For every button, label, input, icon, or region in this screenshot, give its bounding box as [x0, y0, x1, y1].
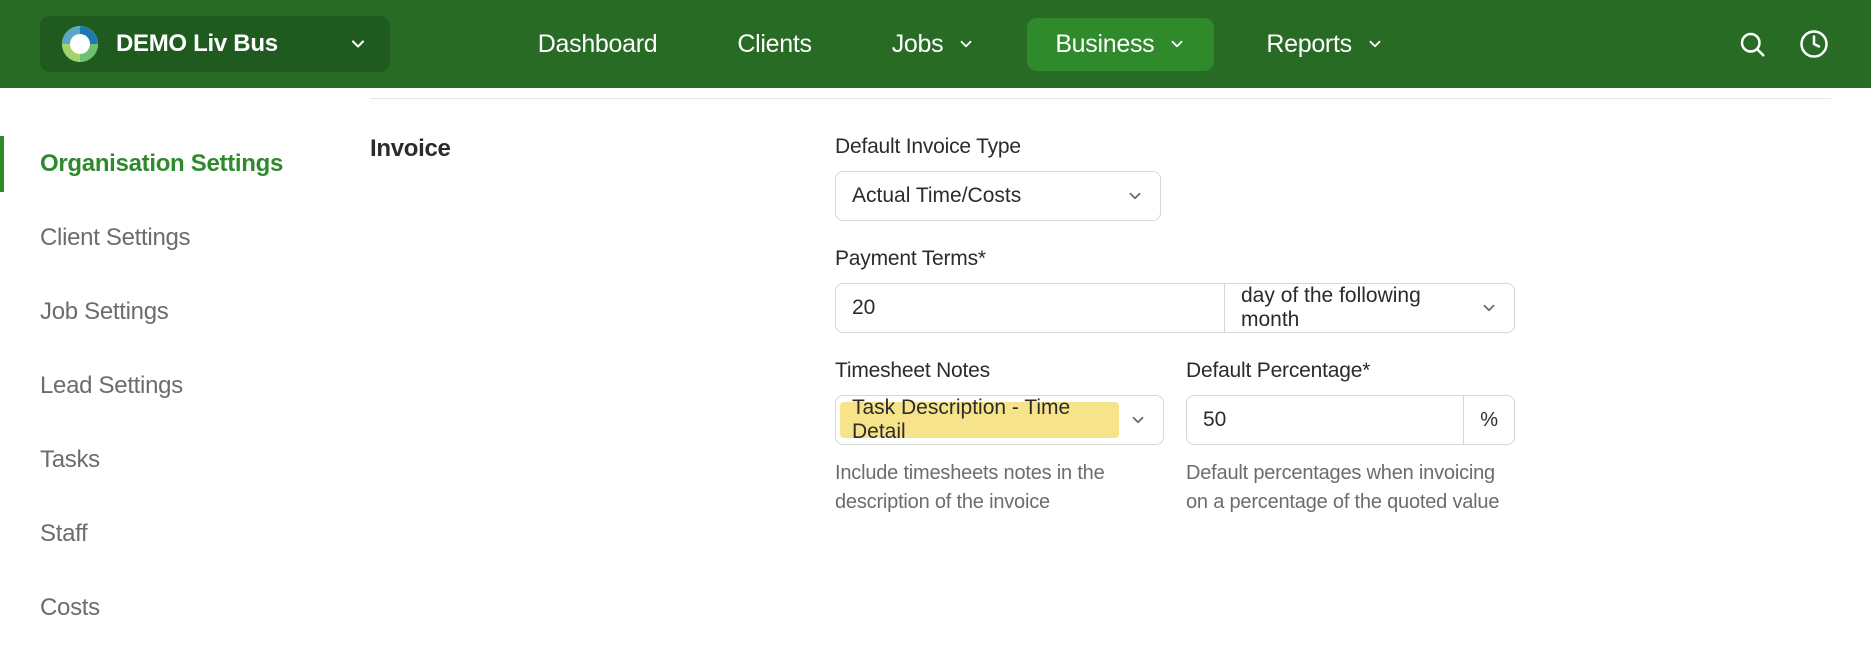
field-timesheet-notes: Timesheet Notes Task Description - Time …: [835, 359, 1164, 517]
select-value: day of the following month: [1241, 284, 1480, 332]
chevron-down-icon: [1129, 411, 1147, 429]
sidebar-item-staff[interactable]: Staff: [0, 506, 370, 562]
payment-terms-input[interactable]: 20: [835, 283, 1225, 333]
org-avatar: [62, 26, 98, 62]
chevron-down-icon: [1480, 299, 1498, 317]
timesheet-notes-select[interactable]: Task Description - Time Detail: [835, 395, 1164, 445]
divider: [370, 98, 1831, 99]
field-helper: Include timesheets notes in the descript…: [835, 459, 1164, 517]
field-label: Payment Terms: [835, 247, 1515, 271]
main-panel: Invoice Default Invoice Type Actual Time…: [370, 98, 1871, 654]
org-name: DEMO Liv Bus: [116, 30, 278, 58]
field-payment-terms: Payment Terms 20 day of the following mo…: [835, 247, 1515, 333]
main-nav: Dashboard Clients Jobs Business Reports: [510, 18, 1436, 71]
input-value: 20: [852, 296, 875, 320]
sidebar-item-client-settings[interactable]: Client Settings: [0, 210, 370, 266]
chevron-down-icon: [348, 34, 368, 54]
nav-jobs[interactable]: Jobs: [864, 18, 1004, 71]
settings-sidebar: Organisation Settings Client Settings Jo…: [0, 98, 370, 654]
field-helper: Default percentages when invoicing on a …: [1186, 459, 1515, 517]
field-label: Default Invoice Type: [835, 135, 1515, 159]
input-value: 50: [1203, 408, 1226, 432]
nav-label: Clients: [737, 30, 811, 59]
top-nav: DEMO Liv Bus Dashboard Clients Jobs Busi…: [0, 0, 1871, 88]
percent-addon: %: [1464, 395, 1515, 445]
sidebar-item-organisation-settings[interactable]: Organisation Settings: [0, 136, 370, 192]
select-value: Actual Time/Costs: [852, 184, 1021, 208]
chevron-down-icon: [1366, 35, 1384, 53]
nav-clients[interactable]: Clients: [709, 18, 839, 71]
invoice-form: Default Invoice Type Actual Time/Costs P…: [835, 135, 1515, 517]
field-label: Timesheet Notes: [835, 359, 1164, 383]
nav-label: Dashboard: [538, 30, 658, 59]
select-value: Task Description - Time Detail: [852, 396, 1129, 444]
topbar-right: [1735, 27, 1831, 61]
nav-dashboard[interactable]: Dashboard: [510, 18, 686, 71]
nav-label: Business: [1055, 30, 1154, 59]
search-icon[interactable]: [1735, 27, 1769, 61]
nav-label: Reports: [1266, 30, 1351, 59]
default-percentage-input[interactable]: 50: [1186, 395, 1464, 445]
page-content: Organisation Settings Client Settings Jo…: [0, 88, 1871, 654]
nav-reports[interactable]: Reports: [1238, 18, 1411, 71]
payment-terms-unit-select[interactable]: day of the following month: [1225, 283, 1515, 333]
sidebar-item-costs[interactable]: Costs: [0, 580, 370, 636]
default-invoice-type-select[interactable]: Actual Time/Costs: [835, 171, 1161, 221]
section-title: Invoice: [370, 135, 835, 517]
sidebar-item-lead-settings[interactable]: Lead Settings: [0, 358, 370, 414]
field-label: Default Percentage: [1186, 359, 1515, 383]
field-default-invoice-type: Default Invoice Type Actual Time/Costs: [835, 135, 1515, 221]
sidebar-item-tasks[interactable]: Tasks: [0, 432, 370, 488]
field-default-percentage: Default Percentage 50 % Default percenta…: [1186, 359, 1515, 517]
chevron-down-icon: [957, 35, 975, 53]
sidebar-item-job-settings[interactable]: Job Settings: [0, 284, 370, 340]
nav-business[interactable]: Business: [1027, 18, 1214, 71]
clock-icon[interactable]: [1797, 27, 1831, 61]
chevron-down-icon: [1168, 35, 1186, 53]
chevron-down-icon: [1126, 187, 1144, 205]
org-switcher[interactable]: DEMO Liv Bus: [40, 16, 390, 72]
nav-label: Jobs: [892, 30, 944, 59]
